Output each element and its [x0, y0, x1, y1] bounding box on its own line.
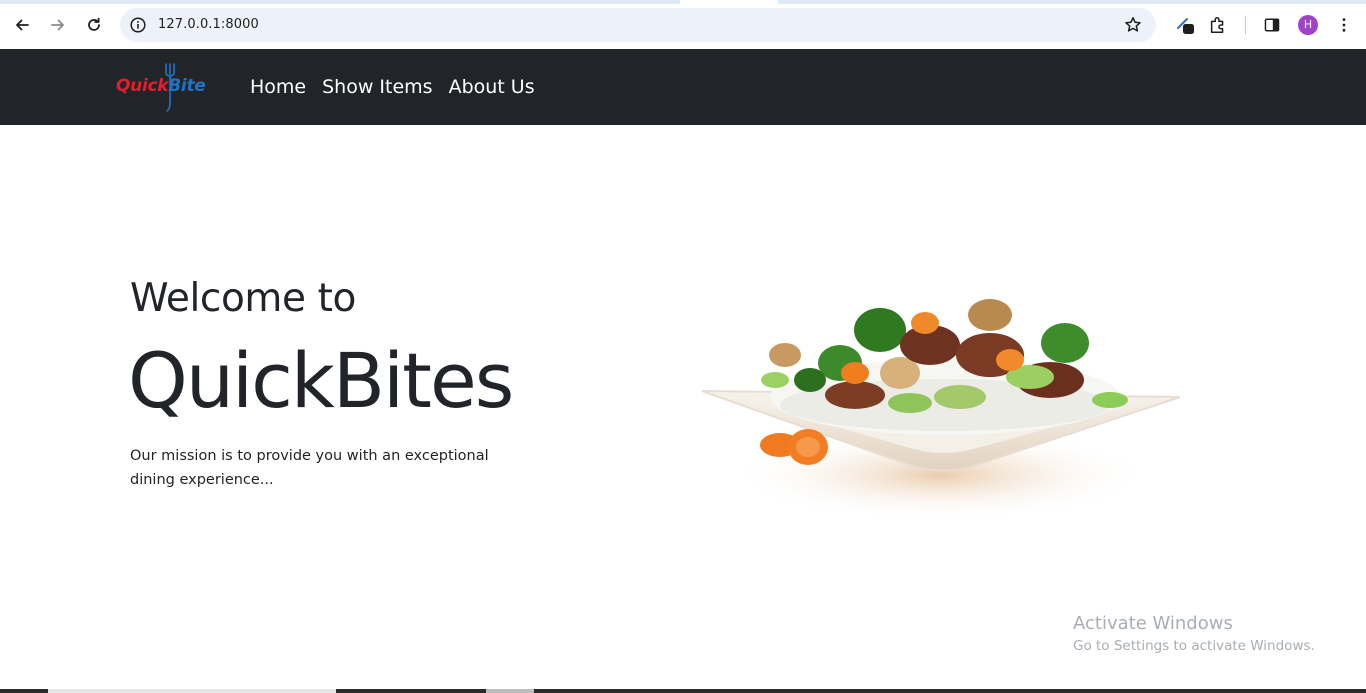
site-info-icon[interactable] — [129, 16, 147, 34]
browser-toolbar: 127.0.0.1:8000 H — [0, 0, 1366, 49]
activate-windows-title: Activate Windows — [1073, 613, 1233, 634]
site-navbar: QuickBite Home Show Items About Us — [0, 49, 1366, 125]
logo-wordmark: QuickBite — [116, 76, 206, 96]
reload-button[interactable] — [81, 12, 107, 38]
side-panel-button[interactable] — [1261, 14, 1283, 36]
logo-part-bite: Bite — [168, 76, 206, 96]
back-icon — [16, 19, 29, 31]
hero-subtitle: Welcome to — [130, 276, 356, 321]
side-panel-icon — [1264, 18, 1280, 32]
nav-link-show-items[interactable]: Show Items — [322, 76, 432, 98]
logo-part-quick: Quick — [116, 76, 169, 96]
forward-icon — [51, 19, 64, 31]
taskbar-edge — [0, 689, 1366, 693]
reload-icon — [88, 17, 100, 31]
toolbar-divider — [1245, 16, 1246, 34]
back-button[interactable] — [9, 12, 35, 38]
food-plate-image — [701, 299, 1181, 520]
url-text[interactable]: 127.0.0.1:8000 — [158, 17, 259, 32]
tab-strip-edge — [0, 0, 1366, 4]
hero-title: QuickBites — [128, 336, 514, 425]
forward-button[interactable] — [45, 12, 71, 38]
quickbite-logo[interactable]: QuickBite — [116, 61, 228, 113]
hero-mission-text: Our mission is to provide you with an ex… — [130, 448, 489, 488]
extension-pen-button[interactable] — [1175, 14, 1197, 36]
activate-windows-subtitle: Go to Settings to activate Windows. — [1073, 638, 1315, 654]
kebab-menu-icon — [1342, 18, 1346, 32]
bookmark-star-icon[interactable] — [1124, 16, 1142, 34]
nav-link-home[interactable]: Home — [250, 76, 306, 98]
puzzle-extensions-icon — [1210, 16, 1224, 34]
profile-avatar[interactable]: H — [1298, 15, 1318, 35]
extension-pen-icon — [1177, 18, 1194, 34]
nav-link-about-us[interactable]: About Us — [449, 76, 535, 98]
extensions-button[interactable] — [1207, 14, 1229, 36]
browser-menu-button[interactable] — [1333, 14, 1355, 36]
address-bar[interactable]: 127.0.0.1:8000 — [120, 8, 1156, 42]
nav-links: Home Show Items About Us — [250, 76, 551, 98]
